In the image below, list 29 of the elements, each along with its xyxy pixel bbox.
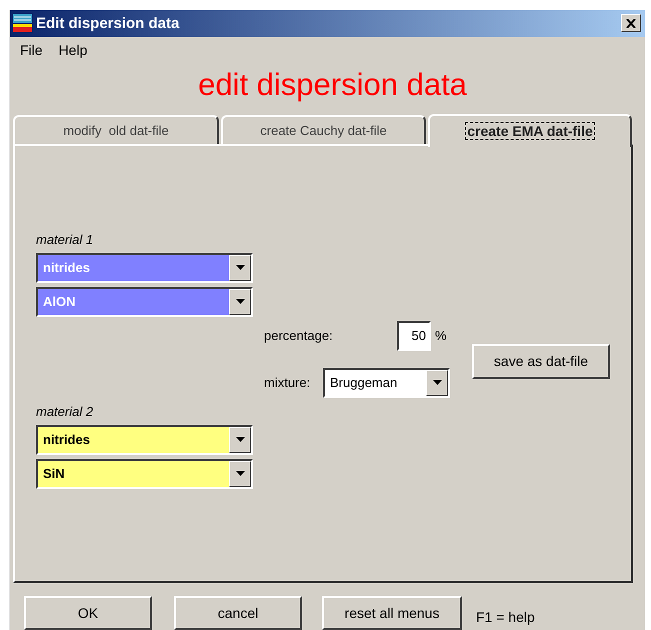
menu-item[interactable]: File [20, 42, 43, 58]
menu-item[interactable]: Help [58, 42, 88, 58]
caret-icon [236, 471, 244, 476]
caret-icon [236, 437, 244, 442]
close-button[interactable] [621, 14, 641, 32]
dialog-button[interactable]: cancel [174, 596, 302, 630]
percentage-label: percentage: [264, 328, 334, 344]
dropdown[interactable]: nitrides [36, 424, 253, 455]
caret-icon [432, 380, 442, 386]
tab[interactable]: create EMA dat-file [428, 114, 632, 147]
window-title: Edit dispersion data [36, 14, 180, 32]
dialog-button[interactable]: OK [24, 596, 152, 630]
percentage-field[interactable]: 50 [397, 320, 431, 351]
mixture-label: mixture: [264, 375, 312, 390]
app-icon [12, 13, 33, 34]
tab[interactable]: create Cauchy dat-file [221, 114, 426, 144]
close-icon [626, 18, 636, 28]
material-label: material 2 [36, 404, 94, 421]
tab[interactable]: modify old dat-file [13, 114, 219, 144]
dropdown[interactable]: Bruggeman [323, 368, 450, 398]
help-hint: F1 = help [476, 608, 535, 625]
dialog-button[interactable]: reset all menus [322, 596, 462, 630]
heading: edit dispersion data [197, 66, 468, 103]
unit-label: % [435, 328, 447, 344]
caret-icon [236, 299, 244, 304]
save-button[interactable]: save as dat-file [472, 344, 610, 379]
dropdown[interactable]: SiN [36, 458, 253, 489]
material-label: material 1 [36, 232, 94, 249]
caret-icon [236, 265, 244, 270]
